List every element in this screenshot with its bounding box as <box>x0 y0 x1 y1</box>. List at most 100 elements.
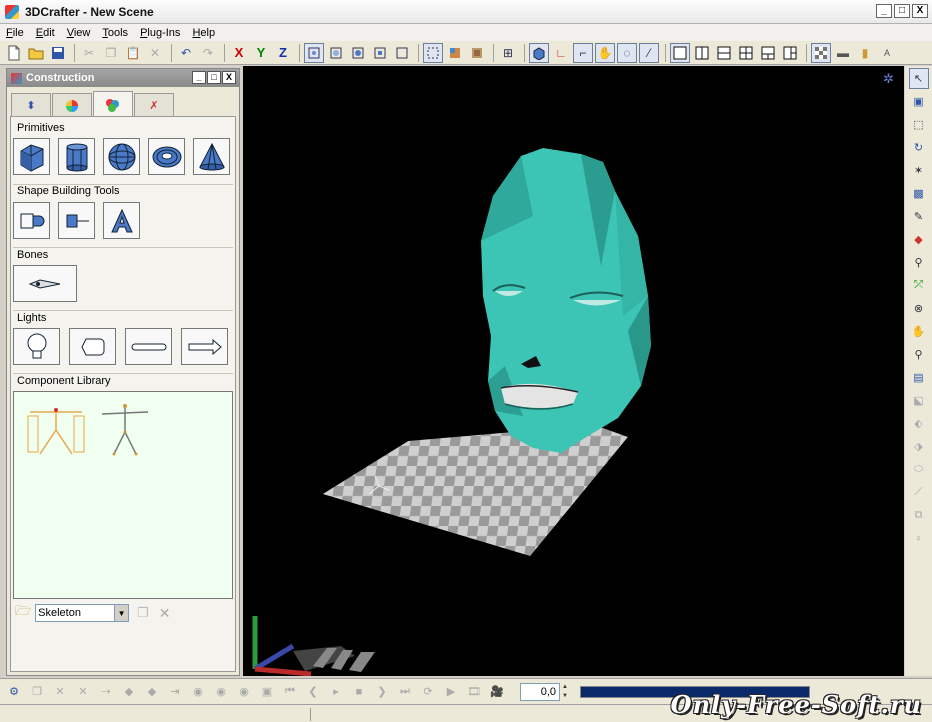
figure-pose-icon[interactable]: ♀ <box>909 528 929 549</box>
component-library-list[interactable] <box>13 391 233 599</box>
library-select[interactable]: Skeleton ▼ <box>35 604 130 622</box>
viewport-3d[interactable]: ✲ <box>243 66 904 676</box>
camera-icon[interactable]: ▬ <box>833 43 853 63</box>
select-marquee-icon[interactable]: ⬚ <box>909 114 929 135</box>
three-view-alt-icon[interactable] <box>780 43 800 63</box>
paint-surface-icon[interactable]: ▩ <box>909 183 929 204</box>
remove-item-icon[interactable]: ✕ <box>159 605 171 622</box>
text-3d-tool-button[interactable] <box>103 202 140 239</box>
movie-icon[interactable]: 🎞 <box>466 683 482 701</box>
record-all-icon[interactable]: ◉ <box>213 683 229 701</box>
chevron-down-icon[interactable]: ▼ <box>114 605 129 621</box>
select-box-icon[interactable]: ▣ <box>909 91 929 112</box>
single-view-icon[interactable] <box>670 42 690 63</box>
menu-help[interactable]: Help <box>186 27 221 39</box>
zoom-all-icon[interactable] <box>348 43 368 63</box>
record-sound-icon[interactable]: ◉ <box>236 683 252 701</box>
menu-view[interactable]: View <box>61 27 97 39</box>
text-icon[interactable]: A <box>877 43 897 63</box>
save-icon[interactable] <box>48 43 68 63</box>
vertex-edit-icon[interactable]: ⬕ <box>909 390 929 411</box>
magic-wand-icon[interactable]: ✶ <box>909 160 929 181</box>
keyframe-add-icon[interactable]: ❐ <box>29 683 45 701</box>
bone-mode-icon[interactable]: ∟ <box>551 43 571 63</box>
checker-floor[interactable] <box>314 425 629 556</box>
stop-icon[interactable]: ■ <box>351 683 367 701</box>
orbit-icon[interactable]: ⊗ <box>909 298 929 319</box>
ambient-light-button[interactable] <box>125 328 172 365</box>
paste-icon[interactable]: 📋 <box>123 43 143 63</box>
maximize-button[interactable]: □ <box>894 4 910 18</box>
point-light-button[interactable] <box>13 328 60 365</box>
zoom-magnifier-icon[interactable]: ⚲ <box>909 344 929 365</box>
spin-up-icon[interactable]: ▲ <box>560 683 570 692</box>
edge-edit-icon[interactable]: ⬖ <box>909 413 929 434</box>
select-arrow-icon[interactable]: ↖ <box>908 68 929 89</box>
frame-input[interactable]: 0,0 <box>520 682 560 701</box>
timeline-settings-icon[interactable]: ⚙ <box>6 683 22 701</box>
object-mode-icon[interactable] <box>529 42 549 63</box>
skeleton-item-highlighted[interactable] <box>26 402 86 458</box>
panel-maximize-button[interactable]: □ <box>207 71 221 84</box>
tab-navigate[interactable]: ⬍ <box>11 93 51 117</box>
knife-icon[interactable]: ⟋ <box>909 482 929 503</box>
loop-icon[interactable]: ⟳ <box>420 683 436 701</box>
foot-icon[interactable]: ⌐ <box>573 42 593 63</box>
fill-bucket-icon[interactable]: ◆ <box>909 229 929 250</box>
pan-hand-icon[interactable]: ✋ <box>909 321 929 342</box>
play-icon[interactable]: ▶ <box>443 683 459 701</box>
tab-construction[interactable] <box>93 91 133 117</box>
sound-icon[interactable]: ▣ <box>259 683 275 701</box>
frame-spinner[interactable]: ▲ ▼ <box>560 683 570 701</box>
zoom-extents-icon[interactable] <box>370 43 390 63</box>
goto-start-icon[interactable]: ⏮ <box>282 683 298 701</box>
cube-primitive-button[interactable] <box>13 138 50 175</box>
eyedropper-icon[interactable]: ⚲ <box>909 252 929 273</box>
menu-edit[interactable]: Edit <box>30 27 61 39</box>
checker-floor-icon[interactable] <box>811 42 831 63</box>
skeleton-item[interactable] <box>100 402 150 458</box>
spot-light-button[interactable] <box>69 328 116 365</box>
goto-end-icon[interactable]: ⏭ <box>397 683 413 701</box>
render-material-icon[interactable] <box>445 43 465 63</box>
delete-icon[interactable]: ✕ <box>145 43 165 63</box>
torus-primitive-button[interactable] <box>148 138 185 175</box>
four-view-icon[interactable] <box>736 43 756 63</box>
hand-icon[interactable]: ✋ <box>595 42 615 63</box>
axis-x-button[interactable]: X <box>229 43 249 63</box>
deform-icon[interactable]: ⬭ <box>909 459 929 480</box>
keyframe-clear-icon[interactable]: ✕ <box>75 683 91 701</box>
zoom-window-icon[interactable] <box>392 43 412 63</box>
app-icon[interactable] <box>5 4 19 19</box>
undo-icon[interactable]: ↶ <box>176 43 196 63</box>
light-icon[interactable]: ◌ <box>617 42 637 63</box>
render-texture-icon[interactable] <box>467 43 487 63</box>
copy-icon[interactable]: ❐ <box>101 43 121 63</box>
lamp-icon[interactable]: ▮ <box>855 43 875 63</box>
path-icon[interactable]: ⁄ <box>639 42 659 63</box>
redo-icon[interactable]: ↷ <box>198 43 218 63</box>
directional-light-button[interactable] <box>181 328 228 365</box>
three-view-icon[interactable] <box>758 43 778 63</box>
key-scale-icon[interactable]: ◆ <box>144 683 160 701</box>
next-key-icon[interactable]: ❯ <box>374 683 390 701</box>
play-reverse-icon[interactable]: ▸ <box>328 683 344 701</box>
tab-materials[interactable] <box>52 93 92 117</box>
cone-primitive-button[interactable] <box>193 138 230 175</box>
two-vertical-view-icon[interactable] <box>692 43 712 63</box>
menu-file[interactable]: File <box>0 27 30 39</box>
viewport-settings-icon[interactable]: ✲ <box>883 71 894 86</box>
close-button[interactable]: X <box>912 4 928 18</box>
render-wire-icon[interactable] <box>423 42 443 63</box>
key-position-icon[interactable]: ⇢ <box>98 683 114 701</box>
zoom-selection-icon[interactable] <box>326 43 346 63</box>
sphere-primitive-button[interactable] <box>103 138 140 175</box>
folder-icon[interactable]: 🗁 <box>15 602 31 624</box>
cylinder-primitive-button[interactable] <box>58 138 95 175</box>
record-icon[interactable]: ◉ <box>190 683 206 701</box>
new-item-icon[interactable]: ❐ <box>137 605 149 621</box>
keyframe-delete-icon[interactable]: ✕ <box>52 683 68 701</box>
extrude-tool-button[interactable] <box>58 202 95 239</box>
spin-down-icon[interactable]: ▼ <box>560 692 570 701</box>
grid-snap-icon[interactable]: ⊞ <box>498 43 518 63</box>
